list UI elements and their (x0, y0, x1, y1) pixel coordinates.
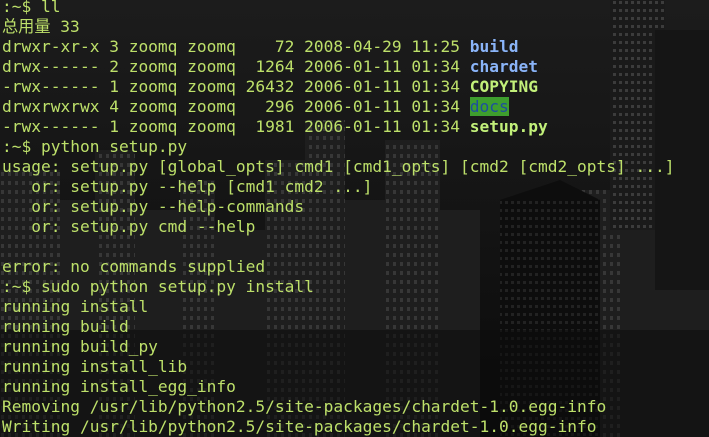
ls-entry-copying: -rwx------ 1 zoomq zoomq 26432 2006-01-1… (2, 77, 674, 97)
ls-entry-name: COPYING (469, 77, 539, 96)
terminal-output[interactable]: :~$ ll 总用量 33 drwxr-xr-x 3 zoomq zoomq 72 … (2, 0, 674, 437)
ls-entry-name: build (469, 37, 519, 56)
output-line: Removing /usr/lib/python2.5/site-package… (2, 397, 607, 416)
ls-entry-meta: drwxr-xr-x 3 zoomq zoomq 72 2008-04-29 1… (2, 37, 470, 56)
ls-entry-meta: -rwx------ 1 zoomq zoomq 26432 2006-01-1… (2, 77, 470, 96)
prompt-line: :~$ ll (2, 0, 61, 16)
total-line: 总用量 33 (2, 17, 80, 36)
ls-entry-name: docs (469, 97, 509, 116)
ls-entry-docs: drwxrwxrwx 4 zoomq zoomq 296 2006-01-11 … (2, 97, 674, 117)
output-line: or: setup.py --help [cmd1 cmd2 ...] (2, 177, 373, 196)
ls-entry-name: setup.py (469, 117, 548, 136)
ls-entry-name: chardet (469, 57, 539, 76)
ls-entry-meta: drwxrwxrwx 4 zoomq zoomq 296 2006-01-11 … (2, 97, 470, 116)
terminal-window[interactable]: :~$ ll 总用量 33 drwxr-xr-x 3 zoomq zoomq 72 … (0, 0, 709, 437)
ls-entry-meta: drwx------ 2 zoomq zoomq 1264 2006-01-11… (2, 57, 470, 76)
output-line: running build_py (2, 337, 158, 356)
output-line: or: setup.py cmd --help (2, 217, 256, 236)
ls-entry-chardet: drwx------ 2 zoomq zoomq 1264 2006-01-11… (2, 57, 674, 77)
prompt-line: :~$ sudo python setup.py install (2, 277, 314, 296)
prompt-line: :~$ python setup.py (2, 137, 188, 156)
output-line: Writing /usr/lib/python2.5/site-packages… (2, 417, 597, 436)
output-line: usage: setup.py [global_opts] cmd1 [cmd1… (2, 157, 675, 176)
ls-entry-setup: -rwx------ 1 zoomq zoomq 1981 2006-01-11… (2, 117, 674, 137)
ls-entry-meta: -rwx------ 1 zoomq zoomq 1981 2006-01-11… (2, 117, 470, 136)
output-line: running install_lib (2, 357, 188, 376)
ls-entry-build: drwxr-xr-x 3 zoomq zoomq 72 2008-04-29 1… (2, 37, 674, 57)
output-line: running install (2, 297, 149, 316)
output-line: running build (2, 317, 129, 336)
error-line: error: no commands supplied (2, 257, 266, 276)
output-line: running install_egg_info (2, 377, 236, 396)
output-line: or: setup.py --help-commands (2, 197, 305, 216)
